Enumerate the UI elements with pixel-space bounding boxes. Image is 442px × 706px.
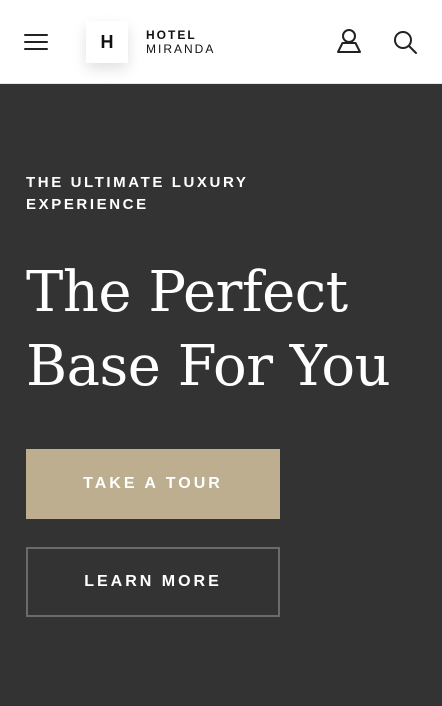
menu-line [24, 41, 48, 43]
logo-wordmark: HOTEL MIRANDA [146, 29, 215, 55]
user-icon-glyph [337, 29, 361, 53]
take-a-tour-button[interactable]: TAKE A TOUR [26, 449, 280, 519]
page: H HOTEL MIRANDA THE ULTIMATE LUXURY EXPE… [0, 0, 442, 706]
site-header: H HOTEL MIRANDA [0, 0, 442, 84]
menu-line [24, 34, 48, 36]
logo-mark: H [86, 21, 128, 63]
logo-line-miranda: MIRANDA [146, 42, 216, 56]
learn-more-button[interactable]: LEARN MORE [26, 547, 280, 617]
search-icon[interactable] [392, 29, 418, 55]
hero-headline: The Perfect Base For You [26, 260, 391, 399]
hamburger-menu-icon[interactable] [24, 30, 50, 52]
menu-line [24, 48, 48, 50]
hero-section: THE ULTIMATE LUXURY EXPERIENCE The Perfe… [0, 84, 442, 706]
search-icon-glyph [394, 31, 417, 54]
logo-line-hotel: HOTEL [146, 28, 197, 42]
site-logo[interactable]: H HOTEL MIRANDA [86, 21, 215, 63]
user-icon[interactable] [336, 28, 362, 54]
hero-eyebrow: THE ULTIMATE LUXURY EXPERIENCE [26, 174, 249, 213]
